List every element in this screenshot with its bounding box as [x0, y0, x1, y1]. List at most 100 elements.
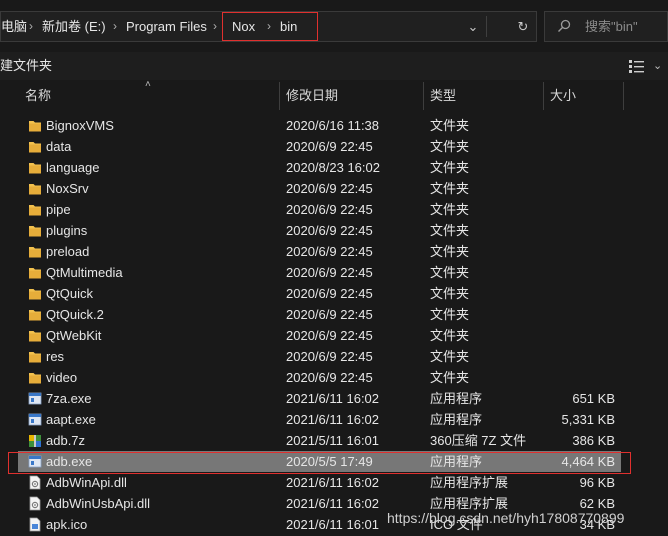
file-name[interactable]: NoxSrv: [46, 178, 89, 199]
archive-icon: [29, 435, 41, 447]
file-date: 2020/6/9 22:45: [286, 265, 373, 280]
file-type: 文件夹: [430, 286, 470, 301]
file-date: 2021/6/11 16:01: [286, 517, 380, 532]
file-name[interactable]: res: [46, 346, 64, 367]
file-row[interactable]: res 2020/6/9 22:45 文件夹: [18, 346, 621, 367]
file-row[interactable]: adb.7z 2021/5/11 16:01 360压缩 7Z 文件 386 KB: [18, 430, 621, 451]
breadcrumb-program-files[interactable]: Program Files: [126, 12, 207, 41]
file-row[interactable]: data 2020/6/9 22:45 文件夹: [18, 136, 621, 157]
chevron-down-icon[interactable]: ⌄: [653, 52, 662, 80]
file-type: 360压缩 7Z 文件: [430, 433, 527, 448]
search-input[interactable]: 搜索"bin": [585, 12, 638, 41]
chevron-down-icon[interactable]: ⌄: [461, 12, 485, 41]
file-size: 96 KB: [579, 475, 615, 490]
file-date: 2021/5/11 16:01: [286, 433, 380, 448]
chevron-right-icon[interactable]: ›: [213, 12, 217, 41]
file-date: 2020/6/9 22:45: [286, 139, 373, 154]
file-date: 2020/6/9 22:45: [286, 328, 373, 343]
search-box[interactable]: 搜索"bin": [544, 11, 668, 42]
file-row[interactable]: preload 2020/6/9 22:45 文件夹: [18, 241, 621, 262]
address-divider: [486, 16, 487, 37]
file-row[interactable]: pipe 2020/6/9 22:45 文件夹: [18, 199, 621, 220]
column-divider[interactable]: [423, 82, 424, 110]
file-type: 文件夹: [430, 118, 470, 133]
file-date: 2020/6/9 22:45: [286, 349, 373, 364]
file-name[interactable]: video: [46, 367, 77, 388]
file-name[interactable]: 7za.exe: [46, 388, 92, 409]
file-date: 2020/6/9 22:45: [286, 202, 373, 217]
file-type: 文件夹: [430, 349, 470, 364]
file-name[interactable]: BignoxVMS: [46, 115, 114, 136]
file-row[interactable]: QtMultimedia 2020/6/9 22:45 文件夹: [18, 262, 621, 283]
file-row[interactable]: QtQuick 2020/6/9 22:45 文件夹: [18, 283, 621, 304]
folder-icon: [29, 121, 41, 132]
file-type: 文件夹: [430, 181, 470, 196]
file-date: 2021/6/11 16:02: [286, 475, 380, 490]
file-date: 2020/6/9 22:45: [286, 223, 373, 238]
file-row[interactable]: NoxSrv 2020/6/9 22:45 文件夹: [18, 178, 621, 199]
file-name[interactable]: QtQuick: [46, 283, 93, 304]
file-name[interactable]: preload: [46, 241, 89, 262]
chevron-right-icon[interactable]: ›: [113, 12, 117, 41]
column-header-type[interactable]: 类型: [430, 82, 456, 110]
toolbar: 建文件夹 ⌄: [0, 52, 668, 80]
folder-icon: [29, 352, 41, 363]
file-row[interactable]: BignoxVMS 2020/6/16 11:38 文件夹: [18, 115, 621, 136]
file-type: 文件夹: [430, 307, 470, 322]
refresh-icon[interactable]: ↻: [511, 12, 535, 41]
folder-icon: [29, 184, 41, 195]
file-name[interactable]: QtQuick.2: [46, 304, 104, 325]
column-divider[interactable]: [279, 82, 280, 110]
file-name[interactable]: language: [46, 157, 100, 178]
selected-row-highlight-box: [8, 452, 631, 474]
address-bar[interactable]: 电脑 › 新加卷 (E:) › Program Files › Nox › bi…: [0, 11, 537, 42]
file-name[interactable]: AdbWinApi.dll: [46, 472, 127, 493]
search-icon: [558, 19, 571, 32]
file-type: 文件夹: [430, 223, 470, 238]
file-name[interactable]: aapt.exe: [46, 409, 96, 430]
file-date: 2021/6/11 16:02: [286, 496, 380, 511]
exe-icon: [28, 413, 42, 426]
file-name[interactable]: pipe: [46, 199, 71, 220]
column-divider[interactable]: [623, 82, 624, 110]
file-type: 应用程序: [430, 412, 483, 427]
file-type: 文件夹: [430, 265, 470, 280]
folder-icon: [29, 373, 41, 384]
column-header-name[interactable]: 名称: [25, 82, 51, 110]
folder-icon: [29, 205, 41, 216]
dll-icon: [29, 496, 41, 511]
breadcrumb-drive[interactable]: 新加卷 (E:): [42, 12, 106, 41]
file-date: 2020/6/9 22:45: [286, 286, 373, 301]
file-date: 2020/6/9 22:45: [286, 307, 373, 322]
new-folder-button[interactable]: 建文件夹: [0, 52, 52, 80]
breadcrumb-this-pc[interactable]: 电脑: [1, 12, 27, 41]
folder-icon: [29, 268, 41, 279]
file-size: 386 KB: [572, 433, 615, 448]
file-name[interactable]: QtMultimedia: [46, 262, 123, 283]
file-row[interactable]: language 2020/8/23 16:02 文件夹: [18, 157, 621, 178]
watermark: https://blog.csdn.net/hyh17808770899: [387, 510, 625, 526]
breadcrumb-highlight-box: [222, 12, 318, 41]
column-divider[interactable]: [543, 82, 544, 110]
file-row[interactable]: 7za.exe 2021/6/11 16:02 应用程序 651 KB: [18, 388, 621, 409]
chevron-right-icon[interactable]: ›: [29, 12, 33, 41]
view-options-icon[interactable]: [627, 57, 647, 75]
file-name[interactable]: plugins: [46, 220, 87, 241]
file-date: 2020/6/9 22:45: [286, 181, 373, 196]
file-row[interactable]: QtQuick.2 2020/6/9 22:45 文件夹: [18, 304, 621, 325]
file-row[interactable]: plugins 2020/6/9 22:45 文件夹: [18, 220, 621, 241]
file-row[interactable]: AdbWinApi.dll 2021/6/11 16:02 应用程序扩展 96 KB: [18, 472, 621, 493]
file-row[interactable]: aapt.exe 2021/6/11 16:02 应用程序 5,331 KB: [18, 409, 621, 430]
file-date: 2020/6/9 22:45: [286, 370, 373, 385]
file-row[interactable]: video 2020/6/9 22:45 文件夹: [18, 367, 621, 388]
file-date: 2021/6/11 16:02: [286, 412, 380, 427]
file-name[interactable]: QtWebKit: [46, 325, 101, 346]
file-type: 文件夹: [430, 139, 470, 154]
file-name[interactable]: apk.ico: [46, 514, 87, 535]
file-name[interactable]: data: [46, 136, 71, 157]
file-row[interactable]: QtWebKit 2020/6/9 22:45 文件夹: [18, 325, 621, 346]
file-name[interactable]: AdbWinUsbApi.dll: [46, 493, 150, 514]
file-name[interactable]: adb.7z: [46, 430, 85, 451]
column-header-size[interactable]: 大小: [550, 82, 576, 110]
column-header-date[interactable]: 修改日期: [286, 82, 338, 110]
